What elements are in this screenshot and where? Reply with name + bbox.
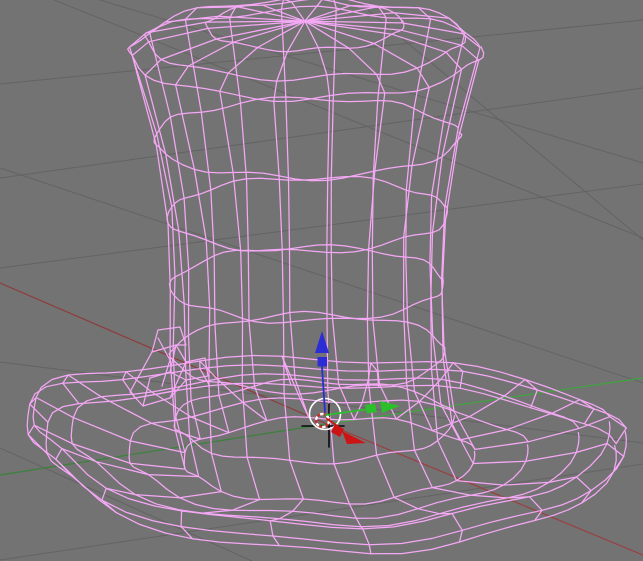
3d-viewport[interactable] xyxy=(0,0,643,561)
viewport-canvas xyxy=(0,0,643,561)
viewport-background xyxy=(0,0,643,561)
